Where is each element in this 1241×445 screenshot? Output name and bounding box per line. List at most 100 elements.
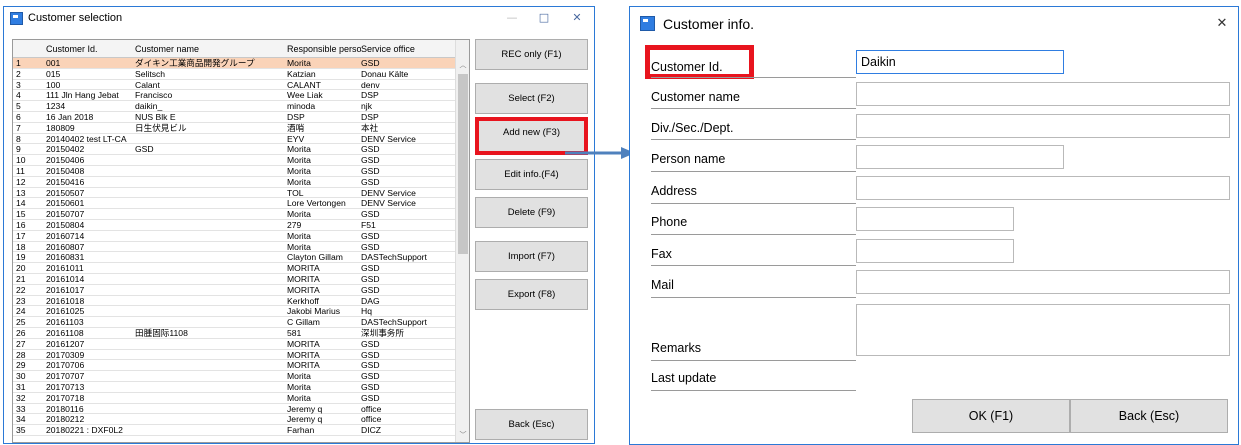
divider: [651, 171, 856, 172]
scroll-down-arrow-icon[interactable]: ﹀: [456, 430, 469, 442]
customer-id-cell: 20161108: [46, 327, 84, 338]
phone-input[interactable]: [856, 207, 1014, 231]
table-row[interactable]: 15 20150707 Morita GSD: [13, 209, 455, 220]
row-number: 13: [16, 187, 26, 198]
table-row[interactable]: 1 001 ダイキン工業商品開発グループ Morita GSD: [13, 58, 455, 69]
table-row[interactable]: 27 20161207 MORITA GSD: [13, 339, 455, 350]
table-row[interactable]: 4 111 Jln Hang Jebat Francisco Wee Liak DSP: [13, 90, 455, 102]
table-row[interactable]: 22 20161017 MORITA GSD: [13, 285, 455, 296]
column-header-responsible-person[interactable]: Responsible person: [287, 44, 361, 54]
ok-button[interactable]: OK (F1): [912, 399, 1070, 433]
table-row[interactable]: 9 20150402 GSD Morita GSD: [13, 144, 455, 156]
divider: [651, 234, 856, 235]
row-number: 17: [16, 230, 26, 241]
address-input[interactable]: [856, 176, 1230, 200]
table-row[interactable]: 7 180809 日生伏見ビル 酒哨 本社: [13, 123, 455, 134]
table-row[interactable]: 29 20170706 MORITA GSD: [13, 360, 455, 372]
row-number: 10: [16, 155, 26, 166]
select-button[interactable]: Select (F2): [475, 83, 588, 114]
export-button[interactable]: Export (F8): [475, 279, 588, 310]
table-row[interactable]: 31 20170713 Morita GSD: [13, 382, 455, 393]
table-row[interactable]: 19 20160831 Clayton Gillam DASTechSupport: [13, 252, 455, 264]
customer-id-cell: 20170713: [46, 381, 85, 392]
close-button[interactable]: ✕: [1208, 15, 1236, 33]
service-office-cell: GSD: [361, 349, 380, 360]
responsible-person-cell: Katzian: [287, 68, 316, 79]
table-row[interactable]: 3 100 Calant CALANT denv: [13, 80, 455, 91]
table-row[interactable]: 17 20160714 Morita GSD: [13, 231, 455, 242]
customer-id-cell: 20150408: [46, 165, 85, 176]
table-row[interactable]: 23 20161018 Kerkhoff DAG: [13, 296, 455, 307]
table-row[interactable]: 21 20161014 MORITA GSD: [13, 274, 455, 285]
customer-id-cell: 20150402: [46, 144, 85, 155]
customer-id-input[interactable]: Daikin: [856, 50, 1064, 74]
scroll-up-arrow-icon[interactable]: ︿: [456, 60, 469, 72]
table-row[interactable]: 25 20161103 C Gillam DASTechSupport: [13, 317, 455, 328]
table-row[interactable]: 20 20161011 MORITA GSD: [13, 263, 455, 274]
delete-button[interactable]: Delete (F9): [475, 197, 588, 228]
table-row[interactable]: 24 20161025 Jakobi Marius Hq: [13, 306, 455, 318]
fax-input[interactable]: [856, 239, 1014, 263]
table-row[interactable]: 5 1234 daikin_ minoda njk: [13, 101, 455, 112]
table-row[interactable]: 2 015 Selitsch Katzian Donau Kälte: [13, 69, 455, 80]
responsible-person-cell: MORITA: [287, 349, 320, 360]
table-row[interactable]: 26 20161108 田腫固际1108 581 深圳事务所: [13, 328, 455, 339]
column-header-customer-name[interactable]: Customer name: [135, 44, 285, 54]
column-header-service-office[interactable]: Service office: [361, 44, 453, 54]
row-number: 26: [16, 327, 26, 338]
column-header-customer-id[interactable]: Customer Id.: [46, 44, 134, 54]
table-row[interactable]: 12 20150416 Morita GSD: [13, 177, 455, 188]
table-row[interactable]: 35 20180221 : DXF0L2 Farhan DICZ: [13, 425, 455, 436]
table-row[interactable]: 34 20180212 Jeremy q office: [13, 414, 455, 426]
row-number: 20: [16, 263, 26, 274]
table-row[interactable]: 14 20150601 Lore Vertongen DENV Service: [13, 198, 455, 210]
responsible-person-cell: Lore Vertongen: [287, 198, 346, 209]
div-sec-dept-input[interactable]: [856, 114, 1230, 138]
address-label: Address: [651, 184, 697, 198]
back-button[interactable]: Back (Esc): [475, 409, 588, 440]
maximize-button[interactable]: □: [530, 9, 558, 27]
mail-label: Mail: [651, 278, 674, 292]
close-button[interactable]: ✕: [563, 9, 591, 27]
minimize-button[interactable]: —: [498, 9, 526, 27]
window-title: Customer selection: [28, 12, 123, 24]
table-row[interactable]: 16 20150804 279 F51: [13, 220, 455, 231]
table-row[interactable]: 28 20170309 MORITA GSD: [13, 350, 455, 361]
import-button[interactable]: Import (F7): [475, 241, 588, 272]
divider: [651, 297, 856, 298]
row-number: 11: [16, 165, 25, 176]
service-office-cell: GSD: [361, 241, 380, 252]
row-number: 4: [16, 90, 21, 101]
table-row[interactable]: 6 16 Jan 2018 NUS Blk E DSP DSP: [13, 112, 455, 123]
customer-id-cell: 20170707: [46, 371, 85, 382]
service-office-cell: Hq: [361, 306, 372, 317]
customer-table[interactable]: Customer Id. Customer name Responsible p…: [12, 39, 470, 443]
customer-id-cell: 20170706: [46, 360, 85, 371]
table-row[interactable]: 8 20140402 test LT-CA EYV DENV Service: [13, 134, 455, 145]
row-number: 19: [16, 252, 26, 263]
responsible-person-cell: MORITA: [287, 273, 320, 284]
edit-info-button[interactable]: Edit info.(F4): [475, 159, 588, 190]
back-button[interactable]: Back (Esc): [1070, 399, 1228, 433]
person-name-input[interactable]: [856, 145, 1064, 169]
customer-name-input[interactable]: [856, 82, 1230, 106]
scrollbar-thumb[interactable]: [458, 74, 468, 254]
remarks-input[interactable]: [856, 304, 1230, 356]
service-office-cell: DENV Service: [361, 198, 416, 209]
table-row[interactable]: 18 20160807 Morita GSD: [13, 242, 455, 253]
responsible-person-cell: Kerkhoff: [287, 295, 319, 306]
table-row[interactable]: 33 20180116 Jeremy q office: [13, 404, 455, 415]
table-row[interactable]: 13 20150507 TOL DENV Service: [13, 188, 455, 199]
customer-id-cell: 20161011: [46, 263, 84, 274]
table-row[interactable]: 11 20150408 Morita GSD: [13, 166, 455, 177]
responsible-person-cell: TOL: [287, 187, 304, 198]
table-row[interactable]: 10 20150406 Morita GSD: [13, 155, 455, 166]
customer-id-cell: 20170309: [46, 349, 85, 360]
mail-input[interactable]: [856, 270, 1230, 294]
customer-id-cell: 100: [46, 79, 61, 90]
customer-id-cell: 015: [46, 68, 61, 79]
table-row[interactable]: 30 20170707 Morita GSD: [13, 371, 455, 382]
vertical-scrollbar[interactable]: ︿ ﹀: [455, 40, 469, 442]
rec-only-button[interactable]: REC only (F1): [475, 39, 588, 70]
table-row[interactable]: 32 20170718 Morita GSD: [13, 393, 455, 404]
